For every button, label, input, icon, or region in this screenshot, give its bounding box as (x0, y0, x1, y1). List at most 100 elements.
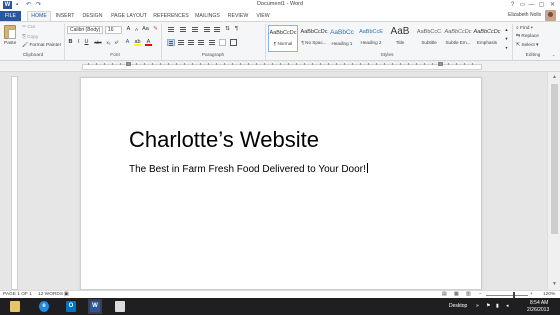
clock-time[interactable]: 8:54 AM (530, 300, 548, 306)
zoom-out-icon[interactable]: − (479, 292, 482, 297)
print-layout-icon[interactable]: ▦ (454, 292, 459, 297)
shading-icon[interactable] (219, 39, 226, 46)
page-count[interactable]: PAGE 1 OF 1 (3, 292, 32, 297)
web-layout-icon[interactable]: ▥ (466, 292, 471, 297)
scroll-down-icon[interactable]: ▼ (551, 281, 558, 288)
desktop-toolbar[interactable]: Desktop (449, 303, 467, 309)
tab-insert[interactable]: INSERT (54, 11, 76, 21)
align-left-icon[interactable] (167, 39, 175, 46)
replace-button[interactable]: ⇆ Replace (516, 34, 539, 39)
bullets-icon[interactable] (167, 26, 175, 33)
format-painter-button[interactable]: 🖌 Format Painter (22, 43, 61, 48)
collapse-ribbon-icon[interactable]: ⌃ (550, 53, 557, 60)
scroll-up-icon[interactable]: ▲ (551, 74, 558, 81)
zoom-slider[interactable] (486, 295, 528, 296)
style-no-spacing[interactable]: AaBbCcDc ¶ No Spac... (299, 25, 329, 52)
horizontal-ruler[interactable] (0, 61, 560, 72)
user-name[interactable]: Elizabeth Nolls (508, 12, 541, 18)
taskbar-word[interactable]: W (88, 299, 102, 314)
font-group-label: Font (110, 53, 120, 58)
paste-icon[interactable] (4, 25, 16, 39)
strikethrough-button[interactable]: abc (93, 39, 103, 46)
taskbar-snipping-tool[interactable] (113, 299, 127, 314)
borders-icon[interactable] (230, 39, 237, 46)
minimize-button[interactable]: — (527, 1, 536, 9)
grow-font-icon[interactable]: A (125, 26, 132, 33)
tray-expand-icon[interactable]: » (476, 303, 479, 309)
tab-mailings[interactable]: MAILINGS (193, 11, 222, 21)
style-normal[interactable]: AaBbCcDc ¶ Normal (268, 25, 298, 52)
clock-date[interactable]: 2/26/2013 (527, 307, 549, 313)
shrink-font-icon[interactable]: A (133, 26, 140, 33)
styles-scroll-up-icon[interactable]: ▲ (503, 26, 510, 33)
styles-more-icon[interactable]: ▾ (503, 44, 510, 51)
copy-button[interactable]: ⎘ Copy (22, 34, 38, 40)
scrollbar-thumb[interactable] (551, 84, 558, 234)
zoom-in-icon[interactable]: + (530, 292, 533, 297)
align-center-icon[interactable] (177, 39, 185, 46)
decrease-indent-icon[interactable] (203, 26, 211, 33)
group-divider (265, 24, 266, 60)
avatar[interactable] (545, 10, 556, 21)
style-emphasis[interactable]: AaBbCcDc Emphasis (472, 25, 502, 52)
paste-button[interactable]: Paste (4, 41, 16, 46)
text-effects-button[interactable]: A (124, 39, 131, 46)
read-mode-icon[interactable]: ▤ (442, 292, 447, 297)
tab-references[interactable]: REFERENCES (153, 11, 189, 21)
ribbon-display-icon[interactable]: ▭ (518, 1, 527, 9)
proofing-icon[interactable]: ▣ (64, 292, 69, 297)
tab-review[interactable]: REVIEW (226, 11, 250, 21)
clear-formatting-icon[interactable]: ✎ (152, 26, 159, 33)
taskbar-internet-explorer[interactable]: e (37, 299, 51, 314)
bold-button[interactable]: B (67, 39, 74, 46)
font-size-select[interactable]: 16 (105, 26, 122, 34)
cut-button[interactable]: ✂ Cut (22, 25, 35, 30)
close-button[interactable]: ✕ (548, 1, 557, 9)
style-heading-1[interactable]: AaBbCc Heading 1 (327, 25, 357, 52)
network-icon[interactable]: ▮ (496, 303, 499, 309)
tab-page-layout[interactable]: PAGE LAYOUT (109, 11, 149, 21)
tab-view[interactable]: VIEW (254, 11, 272, 21)
find-button[interactable]: ⌕ Find ▾ (516, 25, 533, 31)
taskbar-outlook[interactable]: O (64, 299, 78, 314)
ribbon-home: Paste ✂ Cut ⎘ Copy 🖌 Format Painter Clip… (0, 21, 560, 61)
multilevel-list-icon[interactable] (191, 26, 199, 33)
font-color-button[interactable]: A (145, 39, 152, 46)
help-icon[interactable]: ? (508, 1, 517, 9)
format-painter-label: Format Painter (29, 43, 62, 48)
vertical-scrollbar[interactable]: ▲ ▼ (547, 72, 560, 290)
volume-icon[interactable]: ◂ (506, 303, 509, 309)
superscript-button[interactable]: x² (113, 39, 120, 46)
word-count[interactable]: 12 WORDS (38, 292, 63, 297)
zoom-level[interactable]: 120% (543, 292, 555, 297)
justify-icon[interactable] (197, 39, 205, 46)
style-subtle-emphasis[interactable]: AaBbCcDc Subtle Em... (443, 25, 473, 52)
sort-icon[interactable]: ⇅ (224, 26, 231, 33)
tab-file[interactable]: FILE (0, 11, 21, 21)
style-subtitle[interactable]: AaBbCcC Subtitle (414, 25, 444, 52)
style-heading-2[interactable]: AaBbCcE Heading 2 (356, 25, 386, 52)
font-name-select[interactable]: Calibri (Body) (67, 26, 103, 34)
align-right-icon[interactable] (187, 39, 195, 46)
style-title[interactable]: AaB Title (385, 25, 415, 52)
maximize-button[interactable]: ▢ (537, 1, 546, 9)
highlight-color-icon[interactable]: ab (134, 39, 141, 46)
select-button[interactable]: ⇱ Select ▾ (516, 43, 538, 48)
taskbar-file-explorer[interactable] (8, 299, 22, 314)
tray-flag-icon[interactable]: ⚑ (486, 303, 490, 309)
tab-home[interactable]: HOME (27, 11, 51, 21)
change-case-icon[interactable]: Aa (142, 26, 149, 33)
styles-scroll-down-icon[interactable]: ▼ (503, 35, 510, 42)
subscript-button[interactable]: x₂ (105, 39, 112, 46)
italic-button[interactable]: I (75, 39, 82, 46)
show-marks-icon[interactable]: ¶ (233, 26, 240, 33)
document-title[interactable]: Charlotte’s Website (129, 127, 319, 153)
underline-button[interactable]: U (83, 39, 90, 46)
document-subtitle[interactable]: The Best in Farm Fresh Food Delivered to… (129, 163, 368, 175)
document-page[interactable]: Charlotte’s Website The Best in Farm Fre… (80, 77, 482, 290)
vertical-ruler[interactable] (11, 76, 18, 290)
numbering-icon[interactable] (179, 26, 187, 33)
tab-design[interactable]: DESIGN (80, 11, 105, 21)
line-spacing-icon[interactable] (208, 39, 216, 46)
increase-indent-icon[interactable] (213, 26, 221, 33)
